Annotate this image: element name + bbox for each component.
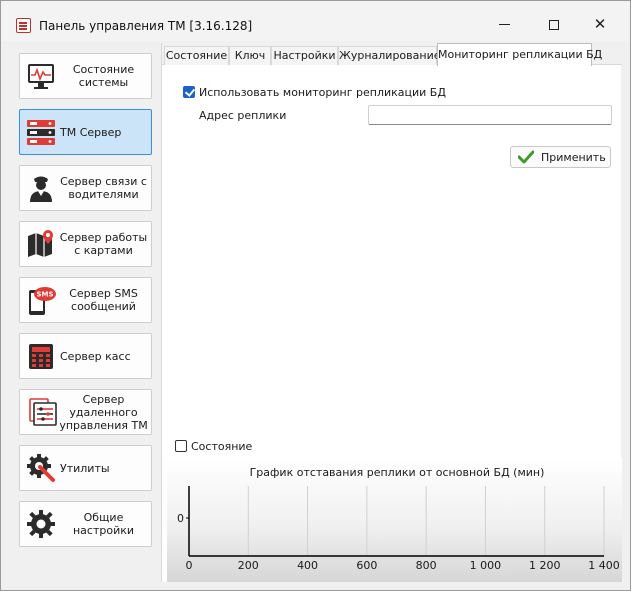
sidebar-item-label: Сервер работы с картами <box>59 231 148 257</box>
x-tick-label: 200 <box>238 559 259 572</box>
checkmark-icon <box>518 150 534 164</box>
tab-key[interactable]: Ключ <box>229 46 271 65</box>
sidebar-item-label: Сервер касс <box>60 349 131 363</box>
tab-strip: Состояние Ключ Настройки Журналирование … <box>162 43 622 66</box>
x-tick-label: 400 <box>297 559 318 572</box>
app-logo-icon <box>16 18 31 33</box>
sidebar-item-utilities[interactable]: Утилиты <box>19 445 152 491</box>
tab-settings[interactable]: Настройки <box>271 46 338 65</box>
sms-icon: SMS <box>29 287 56 315</box>
y-tick-label: 0 <box>177 512 184 525</box>
chart-plot: 0 200 400 600 800 1 000 1 200 1 400 0 <box>177 486 620 572</box>
sidebar-item-system-state[interactable]: Состояние системы <box>19 53 152 99</box>
minimize-button[interactable] <box>481 9 527 39</box>
sidebar-item-remote-control[interactable]: Сервер удаленного управления ТМ <box>19 389 152 435</box>
sidebar-item-label: Сервер удаленного управления ТМ <box>59 392 148 432</box>
sidebar-item-driver-server[interactable]: Сервер связи с водителями <box>19 165 152 211</box>
state-label: Состояние <box>191 440 253 453</box>
tab-state[interactable]: Состояние <box>164 46 229 65</box>
sidebar-item-label: Утилиты <box>60 461 110 475</box>
sidebar-item-label: Общие настройки <box>72 511 135 537</box>
monitor-icon <box>28 64 54 89</box>
server-icon <box>27 120 55 145</box>
replica-address-input[interactable] <box>368 105 612 125</box>
x-tick-label: 1 200 <box>529 559 561 572</box>
sidebar-item-label: Сервер связи с водителями <box>60 175 147 201</box>
use-replication-monitoring-label: Использовать мониторинг репликации БД <box>199 86 446 99</box>
sidebar-item-general-settings[interactable]: Общие настройки <box>19 501 152 547</box>
sidebar-item-tm-server[interactable]: ТМ Сервер <box>19 109 152 155</box>
close-button[interactable]: ✕ <box>577 9 623 39</box>
sidebar-item-label: Сервер SMS сообщений <box>69 287 138 313</box>
wrench-gear-icon <box>27 454 55 482</box>
remote-control-icon <box>29 398 57 426</box>
apply-button[interactable]: Применить <box>510 146 611 168</box>
x-tick-label: 0 <box>186 559 193 572</box>
sidebar: Состояние системы ТМ Сервер Сервер связи… <box>13 46 161 581</box>
use-replication-monitoring-checkbox[interactable] <box>183 86 195 98</box>
sidebar-item-map-server[interactable]: Сервер работы с картами <box>19 221 152 267</box>
replication-lag-chart: График отставания реплики от основной БД… <box>167 458 622 582</box>
x-tick-label: 1 400 <box>588 559 620 572</box>
sidebar-item-sms-server[interactable]: SMS Сервер SMS сообщений <box>19 277 152 323</box>
tab-logging[interactable]: Журналирование <box>338 46 441 65</box>
sidebar-item-label: Состояние системы <box>72 63 135 89</box>
close-icon: ✕ <box>593 15 607 33</box>
sidebar-item-cash-server[interactable]: Сервер касс <box>19 333 152 379</box>
x-tick-label: 800 <box>416 559 437 572</box>
main-panel: Состояние Ключ Настройки Журналирование … <box>161 43 622 582</box>
cash-register-icon <box>29 344 53 369</box>
sidebar-item-label: ТМ Сервер <box>60 125 122 139</box>
maximize-icon <box>549 19 559 30</box>
sms-badge-text: SMS <box>36 291 53 299</box>
replica-address-label: Адрес реплики <box>199 109 287 122</box>
map-icon <box>28 230 53 257</box>
state-checkbox[interactable] <box>175 440 187 452</box>
window-title: Панель управления ТМ [3.16.128] <box>39 19 253 33</box>
x-tick-label: 1 000 <box>470 559 502 572</box>
app-window: Панель управления ТМ [3.16.128] ✕ Состоя… <box>0 0 631 591</box>
tab-db-replication-monitoring[interactable]: Мониторинг репликации БД <box>437 43 602 66</box>
apply-button-label: Применить <box>541 151 606 164</box>
title-bar[interactable]: Панель управления ТМ [3.16.128] ✕ <box>1 1 630 41</box>
driver-icon <box>30 176 52 202</box>
gear-icon <box>27 510 55 538</box>
minimize-icon <box>498 24 510 25</box>
maximize-button[interactable] <box>531 9 577 39</box>
x-tick-label: 600 <box>356 559 377 572</box>
